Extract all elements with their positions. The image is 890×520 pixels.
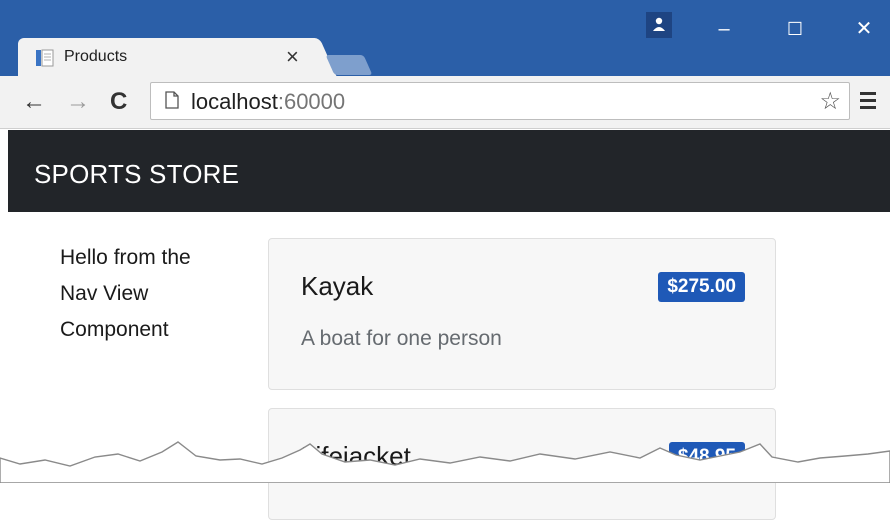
url-port: :60000 <box>277 89 346 114</box>
minimize-button[interactable]: – <box>704 14 744 44</box>
nav-view-component: Hello from the Nav View Component <box>60 240 250 348</box>
bookmark-star-icon[interactable]: ☆ <box>819 87 841 116</box>
close-window-button[interactable]: ✕ <box>844 14 884 44</box>
url-host: localhost <box>191 89 278 114</box>
browser-toolbar: ← → C localhost:60000 ☆ <box>0 76 890 129</box>
profile-button[interactable] <box>646 12 672 38</box>
tab-close-icon[interactable]: × <box>286 44 299 70</box>
torn-edge-decoration <box>0 441 890 483</box>
store-brand[interactable]: SPORTS STORE <box>34 159 239 190</box>
address-bar[interactable]: localhost:60000 ☆ <box>150 82 850 120</box>
sidebar-line: Hello from the <box>60 246 191 269</box>
sidebar-line: Nav View <box>60 282 149 305</box>
person-icon <box>653 17 665 31</box>
maximize-button[interactable]: ☐ <box>775 14 815 44</box>
product-price-badge: $275.00 <box>658 272 745 302</box>
store-navbar: SPORTS STORE <box>8 130 890 212</box>
sidebar-line: Component <box>60 318 169 341</box>
new-tab-button[interactable] <box>325 55 373 75</box>
product-name: Kayak <box>301 271 374 301</box>
url-text: localhost:60000 <box>191 89 345 115</box>
browser-titlebar: Products × – ☐ ✕ <box>0 0 890 76</box>
page-icon <box>165 91 179 109</box>
product-description: A boat for one person <box>301 327 502 350</box>
forward-arrow-icon[interactable]: → <box>66 88 90 116</box>
browser-tab-products[interactable]: Products × <box>18 38 314 76</box>
page-favicon-icon <box>36 49 54 67</box>
menu-icon[interactable] <box>860 92 876 110</box>
back-arrow-icon[interactable]: ← <box>22 88 46 116</box>
reload-icon[interactable]: C <box>110 88 127 116</box>
tab-title: Products <box>64 48 128 65</box>
product-card: Kayak $275.00 A boat for one person <box>268 238 776 390</box>
